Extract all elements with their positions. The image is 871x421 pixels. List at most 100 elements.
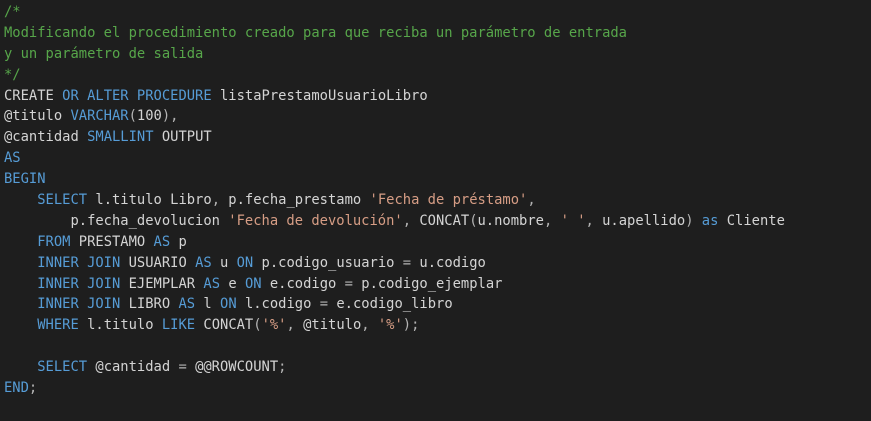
code-token: ( [253, 317, 262, 334]
code-token: , [361, 317, 370, 334]
code-token: y un parámetro de salida [4, 45, 204, 62]
code-token: l.codigo [236, 296, 320, 313]
code-token: OR ALTER PROCEDURE [62, 87, 212, 104]
code-line[interactable]: FROM PRESTAMO AS p [0, 232, 871, 253]
code-line[interactable]: END; [0, 378, 871, 399]
code-token: */ [4, 66, 21, 83]
code-token: , [527, 192, 536, 209]
code-token: e [220, 275, 245, 292]
code-token: INNER JOIN [37, 296, 121, 313]
code-token: 100 [136, 108, 162, 125]
code-token: ' ' [560, 212, 586, 229]
code-token: listaPrestamoUsuarioLibro [211, 87, 428, 104]
code-token: = [344, 275, 353, 292]
code-line[interactable]: INNER JOIN USUARIO AS u ON p.codigo_usua… [0, 253, 871, 274]
code-line[interactable]: @cantidad SMALLINT OUTPUT [0, 127, 871, 148]
code-token: p.codigo_usuario [253, 254, 403, 271]
code-line[interactable]: y un parámetro de salida [0, 44, 871, 65]
code-line[interactable]: SELECT l.titulo Libro, p.fecha_prestamo … [0, 190, 871, 211]
code-token: SMALLINT [87, 129, 154, 146]
code-token: as [693, 212, 719, 229]
code-token: p [170, 233, 187, 250]
code-token: e.codigo [261, 275, 345, 292]
code-token: e.codigo_libro [328, 296, 453, 313]
code-token: SELECT [37, 192, 88, 209]
code-token: CREATE [4, 87, 63, 104]
code-token: AS [178, 296, 196, 313]
code-token: l.titulo [78, 317, 162, 334]
code-line[interactable]: INNER JOIN LIBRO AS l ON l.codigo = e.co… [0, 294, 871, 315]
code-token: @titulo [4, 108, 71, 125]
code-line[interactable]: WHERE l.titulo LIKE CONCAT('%', @titulo,… [0, 315, 871, 336]
code-token: INNER JOIN [37, 275, 121, 292]
code-line[interactable]: /* [0, 2, 871, 23]
code-line[interactable]: Modificando el procedimiento creado para… [0, 23, 871, 44]
code-token: p.fecha_prestamo [220, 192, 370, 209]
code-token: AS [203, 275, 221, 292]
code-token: ; [28, 380, 38, 397]
code-token: ON [236, 254, 254, 271]
code-token: BEGIN [4, 171, 46, 188]
code-token: , [286, 317, 295, 334]
code-token: AS [195, 254, 212, 271]
code-token: = [319, 296, 329, 313]
code-token: @cantidad [87, 359, 179, 376]
code-token: ON [220, 296, 237, 313]
code-token: /* [4, 4, 21, 20]
code-token: p.fecha_devolucion [4, 212, 229, 229]
code-line[interactable]: AS [0, 148, 871, 169]
code-token: 'Fecha de devolución' [228, 212, 403, 229]
code-token: ( [128, 108, 137, 125]
code-editor[interactable]: /* Modificando el procedimiento creado pa… [0, 0, 871, 421]
code-token: @titulo [294, 317, 362, 334]
code-token: , [402, 212, 412, 229]
code-line[interactable]: @titulo VARCHAR(100), [0, 106, 871, 127]
code-token: Modificando el procedimiento creado para… [4, 24, 627, 41]
code-token: AS [153, 233, 171, 250]
code-token: @@ROWCOUNT [186, 359, 279, 376]
code-token: l.titulo Libro [87, 192, 212, 209]
code-token: VARCHAR [70, 108, 129, 125]
code-token: ON [244, 275, 262, 292]
code-token: ) [685, 212, 694, 229]
code-token: PRESTAMO [70, 233, 154, 250]
code-token: LIBRO [120, 296, 179, 313]
code-token: LIKE [161, 317, 196, 334]
code-line[interactable]: CREATE OR ALTER PROCEDURE listaPrestamoU… [0, 86, 871, 107]
code-token: @cantidad [4, 129, 88, 146]
code-line[interactable]: p.fecha_devolucion 'Fecha de devolución'… [0, 211, 871, 232]
code-token: CONCAT [195, 317, 254, 334]
code-line[interactable] [0, 336, 871, 357]
code-token: OUTPUT [153, 129, 212, 146]
code-token: END [4, 380, 29, 397]
code-token: ), [161, 108, 179, 125]
code-token: WHERE [37, 317, 79, 334]
code-token: CONCAT [411, 212, 470, 229]
code-token: AS [4, 150, 21, 167]
code-line[interactable]: */ [0, 65, 871, 86]
code-token: u.codigo [411, 254, 486, 271]
code-line[interactable]: SELECT @cantidad = @@ROWCOUNT; [0, 357, 871, 378]
code-token: EJEMPLAR [120, 275, 204, 292]
code-token: , [211, 192, 220, 209]
code-line[interactable]: INNER JOIN EJEMPLAR AS e ON e.codigo = p… [0, 274, 871, 295]
code-token: INNER JOIN [37, 254, 121, 271]
code-token: '%' [261, 317, 287, 334]
code-token: u [211, 254, 237, 271]
code-line[interactable]: BEGIN [0, 169, 871, 190]
code-token: SELECT [37, 359, 88, 376]
code-token: p.codigo_ejemplar [352, 275, 503, 292]
code-token: = [402, 254, 412, 271]
code-token: u.apellido [593, 212, 686, 229]
code-token: 'Fecha de préstamo' [369, 192, 528, 209]
code-token: '%' [377, 317, 403, 334]
code-token: l [195, 296, 221, 313]
